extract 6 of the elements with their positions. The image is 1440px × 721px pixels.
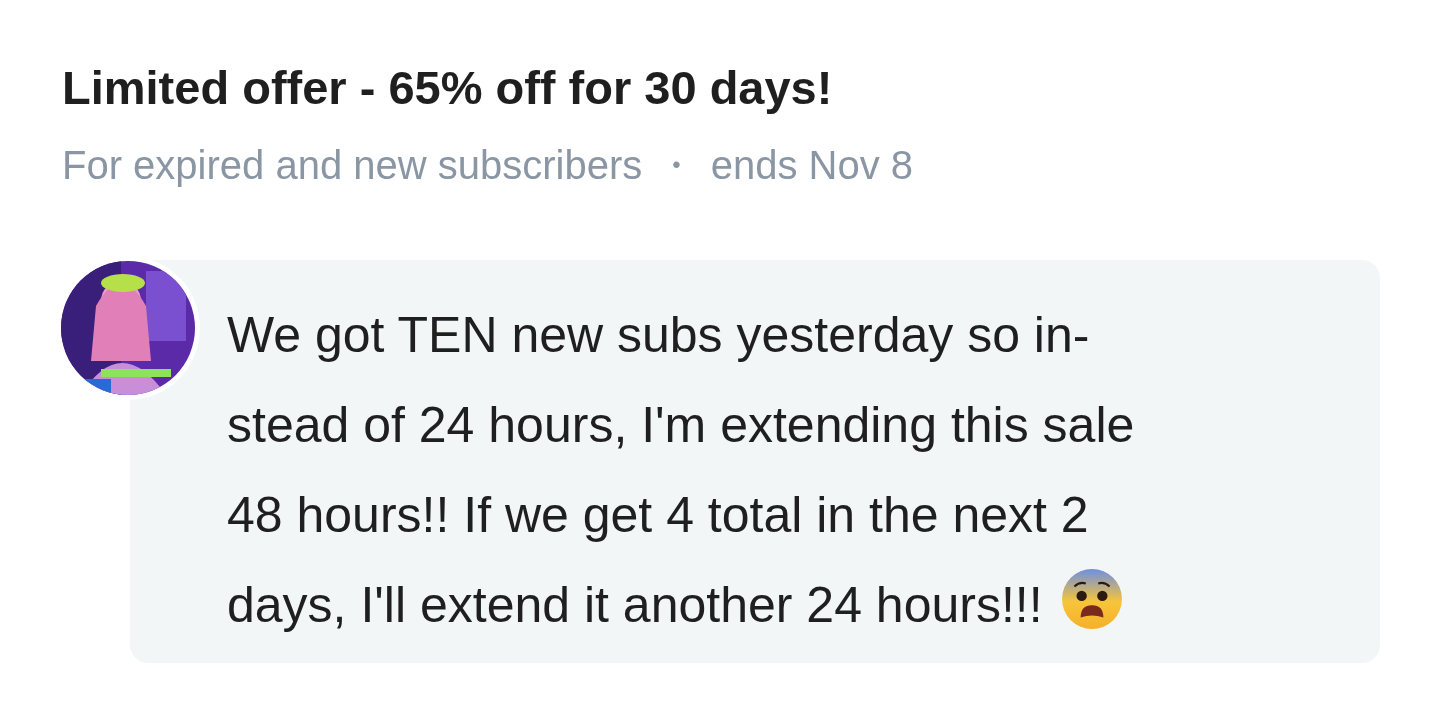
end-date: ends Nov 8 [710,142,914,189]
fearful-face-icon [1060,568,1123,630]
separator-dot: • [672,150,681,180]
audience-text: For expired and new subscribers [62,142,643,189]
message-text: We got TEN new subs yesterday so in- stead of 24 hours, I'm extending this sale 48 hours!! If we get 4 total in the next 2 days, I'll extend it another 24 hours!!! [227,306,1136,635]
offer-title: Limited offer - 65% off for 30 days! [62,60,834,116]
